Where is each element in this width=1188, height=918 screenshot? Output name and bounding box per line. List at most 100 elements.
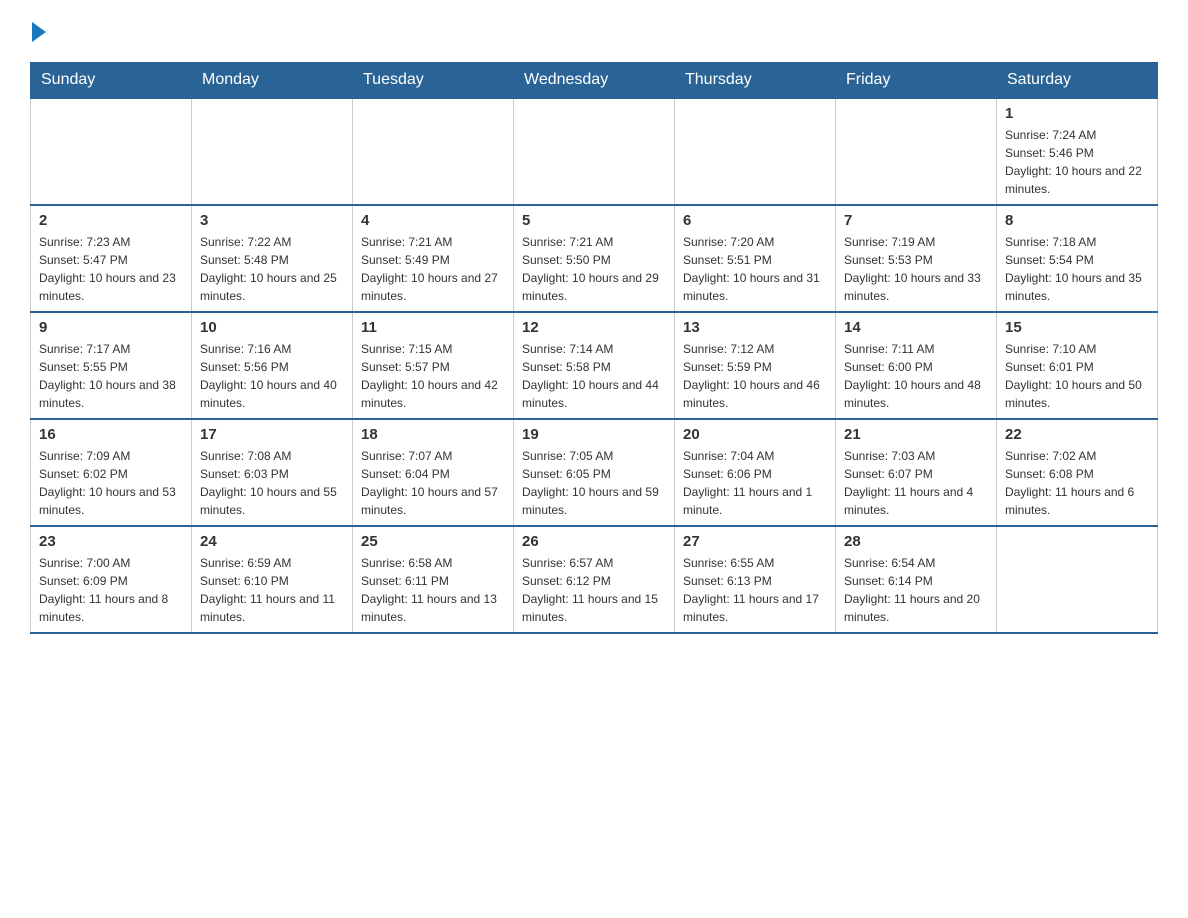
calendar-cell: 7 Sunrise: 7:19 AM Sunset: 5:53 PM Daylig… [836, 205, 997, 312]
day-number: 26 [522, 533, 666, 550]
day-number: 6 [683, 212, 827, 229]
calendar-cell: 24 Sunrise: 6:59 AM Sunset: 6:10 PM Dayli… [192, 526, 353, 633]
day-number: 12 [522, 319, 666, 336]
column-header-thursday: Thursday [675, 63, 836, 99]
day-info: Sunrise: 6:59 AM Sunset: 6:10 PM Dayligh… [200, 554, 344, 626]
calendar-cell: 15 Sunrise: 7:10 AM Sunset: 6:01 PM Dayli… [997, 312, 1158, 419]
calendar-cell: 20 Sunrise: 7:04 AM Sunset: 6:06 PM Dayli… [675, 419, 836, 526]
day-info: Sunrise: 7:20 AM Sunset: 5:51 PM Dayligh… [683, 233, 827, 305]
day-number: 1 [1005, 105, 1149, 122]
day-number: 19 [522, 426, 666, 443]
calendar-cell: 3 Sunrise: 7:22 AM Sunset: 5:48 PM Daylig… [192, 205, 353, 312]
day-info: Sunrise: 7:17 AM Sunset: 5:55 PM Dayligh… [39, 340, 183, 412]
day-info: Sunrise: 7:12 AM Sunset: 5:59 PM Dayligh… [683, 340, 827, 412]
day-info: Sunrise: 6:54 AM Sunset: 6:14 PM Dayligh… [844, 554, 988, 626]
calendar-cell [353, 98, 514, 205]
logo [30, 20, 46, 42]
day-info: Sunrise: 7:09 AM Sunset: 6:02 PM Dayligh… [39, 447, 183, 519]
day-info: Sunrise: 7:05 AM Sunset: 6:05 PM Dayligh… [522, 447, 666, 519]
calendar-cell: 17 Sunrise: 7:08 AM Sunset: 6:03 PM Dayli… [192, 419, 353, 526]
calendar-cell: 12 Sunrise: 7:14 AM Sunset: 5:58 PM Dayli… [514, 312, 675, 419]
calendar-cell: 9 Sunrise: 7:17 AM Sunset: 5:55 PM Daylig… [31, 312, 192, 419]
day-number: 25 [361, 533, 505, 550]
day-number: 10 [200, 319, 344, 336]
logo-arrow-icon [32, 22, 46, 42]
day-number: 13 [683, 319, 827, 336]
day-number: 18 [361, 426, 505, 443]
day-number: 11 [361, 319, 505, 336]
day-info: Sunrise: 7:19 AM Sunset: 5:53 PM Dayligh… [844, 233, 988, 305]
day-number: 9 [39, 319, 183, 336]
day-info: Sunrise: 7:21 AM Sunset: 5:49 PM Dayligh… [361, 233, 505, 305]
day-info: Sunrise: 6:57 AM Sunset: 6:12 PM Dayligh… [522, 554, 666, 626]
calendar-week-row: 2 Sunrise: 7:23 AM Sunset: 5:47 PM Daylig… [31, 205, 1158, 312]
calendar-cell: 6 Sunrise: 7:20 AM Sunset: 5:51 PM Daylig… [675, 205, 836, 312]
day-number: 8 [1005, 212, 1149, 229]
calendar-cell: 23 Sunrise: 7:00 AM Sunset: 6:09 PM Dayli… [31, 526, 192, 633]
calendar-cell: 21 Sunrise: 7:03 AM Sunset: 6:07 PM Dayli… [836, 419, 997, 526]
day-info: Sunrise: 7:22 AM Sunset: 5:48 PM Dayligh… [200, 233, 344, 305]
day-number: 2 [39, 212, 183, 229]
day-number: 28 [844, 533, 988, 550]
day-info: Sunrise: 7:10 AM Sunset: 6:01 PM Dayligh… [1005, 340, 1149, 412]
calendar-cell: 10 Sunrise: 7:16 AM Sunset: 5:56 PM Dayli… [192, 312, 353, 419]
day-number: 21 [844, 426, 988, 443]
calendar-cell [514, 98, 675, 205]
calendar-cell [675, 98, 836, 205]
day-info: Sunrise: 7:04 AM Sunset: 6:06 PM Dayligh… [683, 447, 827, 519]
day-number: 3 [200, 212, 344, 229]
calendar-cell: 13 Sunrise: 7:12 AM Sunset: 5:59 PM Dayli… [675, 312, 836, 419]
day-info: Sunrise: 7:03 AM Sunset: 6:07 PM Dayligh… [844, 447, 988, 519]
calendar-cell [997, 526, 1158, 633]
calendar-cell: 28 Sunrise: 6:54 AM Sunset: 6:14 PM Dayli… [836, 526, 997, 633]
day-info: Sunrise: 7:16 AM Sunset: 5:56 PM Dayligh… [200, 340, 344, 412]
calendar-week-row: 9 Sunrise: 7:17 AM Sunset: 5:55 PM Daylig… [31, 312, 1158, 419]
day-info: Sunrise: 7:08 AM Sunset: 6:03 PM Dayligh… [200, 447, 344, 519]
calendar-cell: 11 Sunrise: 7:15 AM Sunset: 5:57 PM Dayli… [353, 312, 514, 419]
calendar-week-row: 16 Sunrise: 7:09 AM Sunset: 6:02 PM Dayli… [31, 419, 1158, 526]
day-info: Sunrise: 7:24 AM Sunset: 5:46 PM Dayligh… [1005, 126, 1149, 198]
calendar-cell: 1 Sunrise: 7:24 AM Sunset: 5:46 PM Daylig… [997, 98, 1158, 205]
day-number: 23 [39, 533, 183, 550]
calendar-cell: 2 Sunrise: 7:23 AM Sunset: 5:47 PM Daylig… [31, 205, 192, 312]
day-number: 17 [200, 426, 344, 443]
calendar-cell: 4 Sunrise: 7:21 AM Sunset: 5:49 PM Daylig… [353, 205, 514, 312]
day-info: Sunrise: 7:21 AM Sunset: 5:50 PM Dayligh… [522, 233, 666, 305]
calendar-week-row: 1 Sunrise: 7:24 AM Sunset: 5:46 PM Daylig… [31, 98, 1158, 205]
day-info: Sunrise: 7:00 AM Sunset: 6:09 PM Dayligh… [39, 554, 183, 626]
day-info: Sunrise: 7:15 AM Sunset: 5:57 PM Dayligh… [361, 340, 505, 412]
day-number: 27 [683, 533, 827, 550]
day-info: Sunrise: 7:14 AM Sunset: 5:58 PM Dayligh… [522, 340, 666, 412]
calendar-cell: 5 Sunrise: 7:21 AM Sunset: 5:50 PM Daylig… [514, 205, 675, 312]
calendar-cell [836, 98, 997, 205]
day-number: 7 [844, 212, 988, 229]
column-header-tuesday: Tuesday [353, 63, 514, 99]
day-number: 22 [1005, 426, 1149, 443]
day-info: Sunrise: 7:07 AM Sunset: 6:04 PM Dayligh… [361, 447, 505, 519]
calendar-table: SundayMondayTuesdayWednesdayThursdayFrid… [30, 62, 1158, 634]
day-info: Sunrise: 7:23 AM Sunset: 5:47 PM Dayligh… [39, 233, 183, 305]
column-header-sunday: Sunday [31, 63, 192, 99]
column-header-friday: Friday [836, 63, 997, 99]
calendar-cell [192, 98, 353, 205]
calendar-cell: 8Sunrise: 7:18 AM Sunset: 5:54 PM Daylig… [997, 205, 1158, 312]
day-info: Sunrise: 6:55 AM Sunset: 6:13 PM Dayligh… [683, 554, 827, 626]
day-info: Sunrise: 7:02 AM Sunset: 6:08 PM Dayligh… [1005, 447, 1149, 519]
day-number: 14 [844, 319, 988, 336]
calendar-cell: 19 Sunrise: 7:05 AM Sunset: 6:05 PM Dayli… [514, 419, 675, 526]
column-header-saturday: Saturday [997, 63, 1158, 99]
day-number: 16 [39, 426, 183, 443]
calendar-cell: 25Sunrise: 6:58 AM Sunset: 6:11 PM Dayli… [353, 526, 514, 633]
day-number: 5 [522, 212, 666, 229]
calendar-cell [31, 98, 192, 205]
day-number: 20 [683, 426, 827, 443]
day-number: 4 [361, 212, 505, 229]
day-number: 24 [200, 533, 344, 550]
calendar-cell: 16 Sunrise: 7:09 AM Sunset: 6:02 PM Dayli… [31, 419, 192, 526]
calendar-cell: 27 Sunrise: 6:55 AM Sunset: 6:13 PM Dayli… [675, 526, 836, 633]
column-header-monday: Monday [192, 63, 353, 99]
day-info: Sunrise: 7:11 AM Sunset: 6:00 PM Dayligh… [844, 340, 988, 412]
calendar-cell: 18 Sunrise: 7:07 AM Sunset: 6:04 PM Dayli… [353, 419, 514, 526]
day-number: 15 [1005, 319, 1149, 336]
calendar-cell: 26 Sunrise: 6:57 AM Sunset: 6:12 PM Dayli… [514, 526, 675, 633]
